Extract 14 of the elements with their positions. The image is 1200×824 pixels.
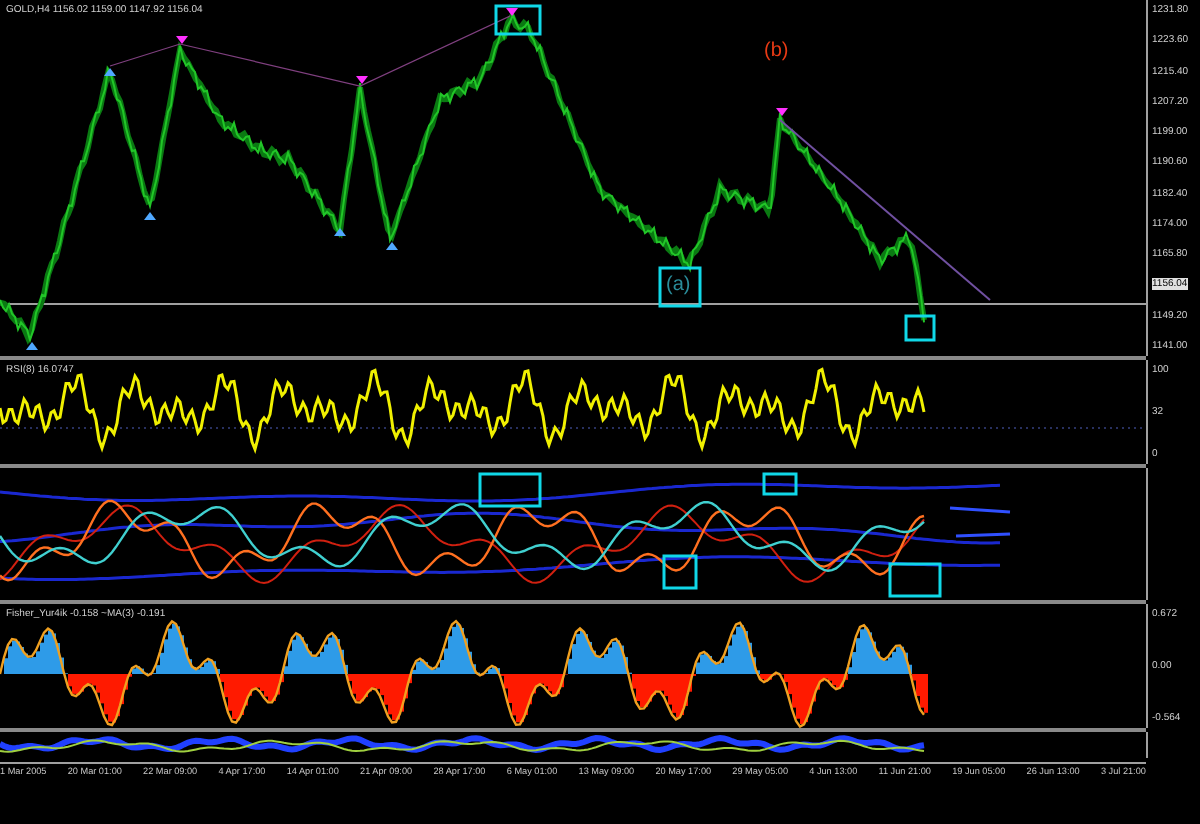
up-arrow-icon (144, 212, 156, 220)
down-arrow-icon (506, 8, 518, 16)
up-arrow-icon (104, 68, 116, 76)
wave-label: (b) (764, 40, 789, 62)
up-arrow-icon (26, 342, 38, 350)
up-arrow-icon (334, 228, 346, 236)
highlight-frame (494, 4, 542, 36)
highlight-frame (658, 266, 702, 308)
highlight-frame (904, 314, 936, 342)
down-arrow-icon (776, 108, 788, 116)
down-arrow-icon (176, 36, 188, 44)
up-arrow-icon (386, 242, 398, 250)
down-arrow-icon (356, 76, 368, 84)
wave-label: (a) (666, 274, 691, 296)
